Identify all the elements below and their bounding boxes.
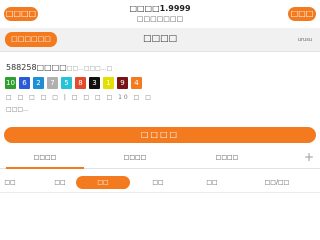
plus-icon[interactable]: + — [304, 151, 314, 163]
issue-more-link[interactable]: □□□... — [6, 106, 29, 113]
title-right-text[interactable]: urusu — [298, 37, 312, 43]
result-ball: 4 — [131, 77, 142, 89]
header-left-button[interactable]: □□□□ — [4, 7, 38, 21]
header-subtitle: □□□□□□□ — [136, 15, 184, 23]
result-ball: 3 — [89, 77, 100, 89]
result-ball: 10 — [5, 77, 16, 89]
result-ball: 6 — [19, 77, 30, 89]
bet-button[interactable]: □□□□ — [4, 127, 316, 143]
filter-option[interactable]: □□ — [50, 176, 70, 189]
header-right-button[interactable]: □□□ — [288, 7, 316, 21]
issue-meta: □ □ □ □ □ | □ □ □ □ 10 □ □ — [6, 94, 153, 101]
issue-number-line: 588258□□□□□□...□□□...□ — [6, 63, 112, 72]
result-ball: 7 — [47, 77, 58, 89]
filter-option-active[interactable]: □□ — [76, 176, 130, 189]
filter-option[interactable]: □□ — [148, 176, 168, 189]
filter-option[interactable]: □□/□□ — [262, 176, 292, 189]
result-ball: 9 — [117, 77, 128, 89]
result-ball: 5 — [61, 77, 72, 89]
tab-bar: □□□□ □□□□ □□□□ — [0, 149, 320, 169]
page-title: □□□□ — [142, 34, 177, 44]
active-tab-indicator — [6, 167, 84, 169]
issue-number: 588258□□□□ — [6, 63, 67, 72]
result-ball: 8 — [75, 77, 86, 89]
balance-text: □□□□1.9999 — [129, 4, 191, 13]
tab-first[interactable]: □□□□ — [30, 154, 60, 161]
result-balls: 10 6 2 7 5 8 3 1 9 4 — [5, 77, 142, 90]
filter-option[interactable]: □□ — [0, 176, 20, 189]
result-ball: 1 — [103, 77, 114, 89]
result-ball: 2 — [33, 77, 44, 89]
issue-suffix: □□...□□□...□ — [66, 65, 113, 72]
tab-third[interactable]: □□□□ — [212, 154, 242, 161]
title-left-button[interactable]: □□□□□□ — [5, 32, 57, 47]
tab-second[interactable]: □□□□ — [120, 154, 150, 161]
top-header: □□□□ □□□□1.9999 □□□□□□□ □□□ — [0, 0, 320, 28]
filter-option[interactable]: □□ — [202, 176, 222, 189]
